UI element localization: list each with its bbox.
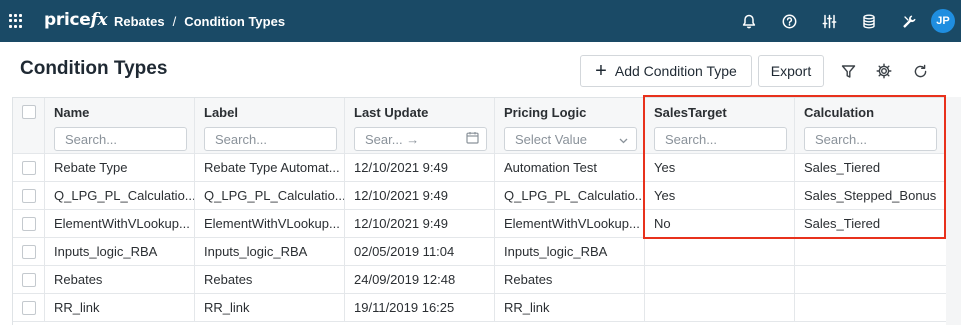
column-label-calculation[interactable]: Calculation <box>804 105 874 121</box>
refresh-icon[interactable] <box>909 60 931 82</box>
add-condition-type-button[interactable]: + Add Condition Type <box>580 55 752 87</box>
cell-calculation: Sales_Tiered <box>804 160 881 175</box>
cell-name: Q_LPG_PL_Calculatio... <box>45 182 195 209</box>
cell-last-update: 19/11/2019 16:25 <box>345 294 495 321</box>
plus-icon: + <box>595 60 607 82</box>
cell-pricing-logic: Q_LPG_PL_Calculatio... <box>495 182 645 209</box>
column-header-label: Label <box>195 98 345 153</box>
cell-last-update: 12/10/2021 9:49 <box>345 210 495 237</box>
column-header-pricing-logic: Pricing Logic Select Value <box>495 98 645 153</box>
breadcrumb-condition-types: Condition Types <box>184 14 286 29</box>
cell-sales-target <box>645 266 795 293</box>
cell-calculation <box>795 294 946 321</box>
cell-name: ElementWithVLookup... <box>45 210 195 237</box>
column-label-last-update[interactable]: Last Update <box>354 105 428 121</box>
cell-sales-target <box>645 294 795 321</box>
app-grid-icon[interactable] <box>9 14 23 28</box>
cell-pricing-logic: ElementWithVLookup... <box>495 210 645 237</box>
table-row[interactable]: ElementWithVLookup... ElementWithVLookup… <box>13 210 946 238</box>
page-title: Condition Types <box>20 58 168 79</box>
cell-calculation <box>795 266 946 293</box>
table-row[interactable]: Inputs_logic_RBA Inputs_logic_RBA 02/05/… <box>13 238 946 266</box>
calendar-icon <box>466 131 479 147</box>
cell-label: Q_LPG_PL_Calculatio... <box>195 182 345 209</box>
sliders-icon[interactable] <box>809 0 849 42</box>
pricefx-logo[interactable]: pricefx <box>44 10 108 30</box>
condition-types-grid: Name Label Last Update Sear... → Pricing… <box>12 97 947 325</box>
help-icon[interactable] <box>769 0 809 42</box>
table-row[interactable]: Rebates Rebates 24/09/2019 12:48 Rebates <box>13 266 946 294</box>
cell-pricing-logic: RR_link <box>495 294 645 321</box>
export-button[interactable]: Export <box>758 55 824 87</box>
column-label-name[interactable]: Name <box>54 105 89 121</box>
column-label-sales-target[interactable]: SalesTarget <box>654 105 727 121</box>
table-row[interactable]: Q_LPG_PL_Calculatio... Q_LPG_PL_Calculat… <box>13 182 946 210</box>
cell-last-update: 12/10/2021 9:49 <box>345 154 495 181</box>
breadcrumb-separator: / <box>172 14 177 29</box>
cell-last-update: 24/09/2019 12:48 <box>345 266 495 293</box>
row-checkbox[interactable] <box>21 300 36 315</box>
cell-label: ElementWithVLookup... <box>195 210 345 237</box>
pricing-logic-select-placeholder: Select Value <box>515 131 588 147</box>
chevron-down-icon <box>619 132 628 147</box>
cell-label: RR_link <box>195 294 345 321</box>
cell-name: Inputs_logic_RBA <box>45 238 195 265</box>
column-header-last-update: Last Update Sear... → <box>345 98 495 153</box>
cell-sales-target: Yes <box>645 182 795 209</box>
cell-sales-target: No <box>645 210 795 237</box>
date-range-placeholder: Sear... → <box>365 131 420 147</box>
column-label-pricing-logic[interactable]: Pricing Logic <box>504 105 586 121</box>
cell-pricing-logic: Rebates <box>495 266 645 293</box>
name-filter-input[interactable] <box>54 127 187 151</box>
column-header-sales-target: SalesTarget <box>645 98 795 153</box>
row-checkbox[interactable] <box>21 244 36 259</box>
bell-icon[interactable] <box>729 0 769 42</box>
row-checkbox[interactable] <box>21 160 36 175</box>
pricing-logic-select[interactable]: Select Value <box>504 127 637 151</box>
cell-pricing-logic: Inputs_logic_RBA <box>495 238 645 265</box>
table-row[interactable]: RR_link RR_link 19/11/2019 16:25 RR_link <box>13 294 946 322</box>
cell-calculation: Sales_Tiered <box>804 216 881 231</box>
column-header-name: Name <box>45 98 195 153</box>
cell-pricing-logic: Automation Test <box>495 154 645 181</box>
cell-last-update: 12/10/2021 9:49 <box>345 182 495 209</box>
user-avatar[interactable]: JP <box>931 9 955 33</box>
select-all-checkbox[interactable] <box>21 105 36 119</box>
cell-name: RR_link <box>45 294 195 321</box>
cell-sales-target <box>645 238 795 265</box>
column-header-calculation: Calculation <box>795 98 946 153</box>
cell-label: Rebate Type Automat... <box>195 154 345 181</box>
grid-header-row: Name Label Last Update Sear... → Pricing… <box>13 98 946 154</box>
cell-label: Inputs_logic_RBA <box>195 238 345 265</box>
sales-target-filter-input[interactable] <box>654 127 787 151</box>
last-update-date-range-filter[interactable]: Sear... → <box>354 127 487 151</box>
cell-last-update: 02/05/2019 11:04 <box>345 238 495 265</box>
grid-scroll-edge <box>946 97 961 325</box>
row-checkbox[interactable] <box>21 272 36 287</box>
tools-icon[interactable] <box>889 0 929 42</box>
cell-label: Rebates <box>195 266 345 293</box>
cell-name: Rebate Type <box>45 154 195 181</box>
settings-gear-icon[interactable] <box>873 60 895 82</box>
table-row[interactable]: Rebate Type Rebate Type Automat... 12/10… <box>13 154 946 182</box>
label-filter-input[interactable] <box>204 127 337 151</box>
cell-calculation: Sales_Stepped_Bonus <box>804 188 937 203</box>
database-icon[interactable] <box>849 0 889 42</box>
breadcrumb-rebates[interactable]: Rebates <box>114 14 165 29</box>
top-navigation-bar: pricefx Rebates / Condition Types JP <box>0 0 961 42</box>
cell-sales-target: Yes <box>645 154 795 181</box>
filter-icon[interactable] <box>837 60 859 82</box>
calculation-filter-input[interactable] <box>804 127 937 151</box>
cell-name: Rebates <box>45 266 195 293</box>
add-condition-type-label: Add Condition Type <box>614 63 737 79</box>
breadcrumb: Rebates / Condition Types <box>114 14 285 29</box>
row-checkbox[interactable] <box>21 188 36 203</box>
column-label-label[interactable]: Label <box>204 105 238 121</box>
cell-calculation <box>795 238 946 265</box>
row-checkbox[interactable] <box>21 216 36 231</box>
